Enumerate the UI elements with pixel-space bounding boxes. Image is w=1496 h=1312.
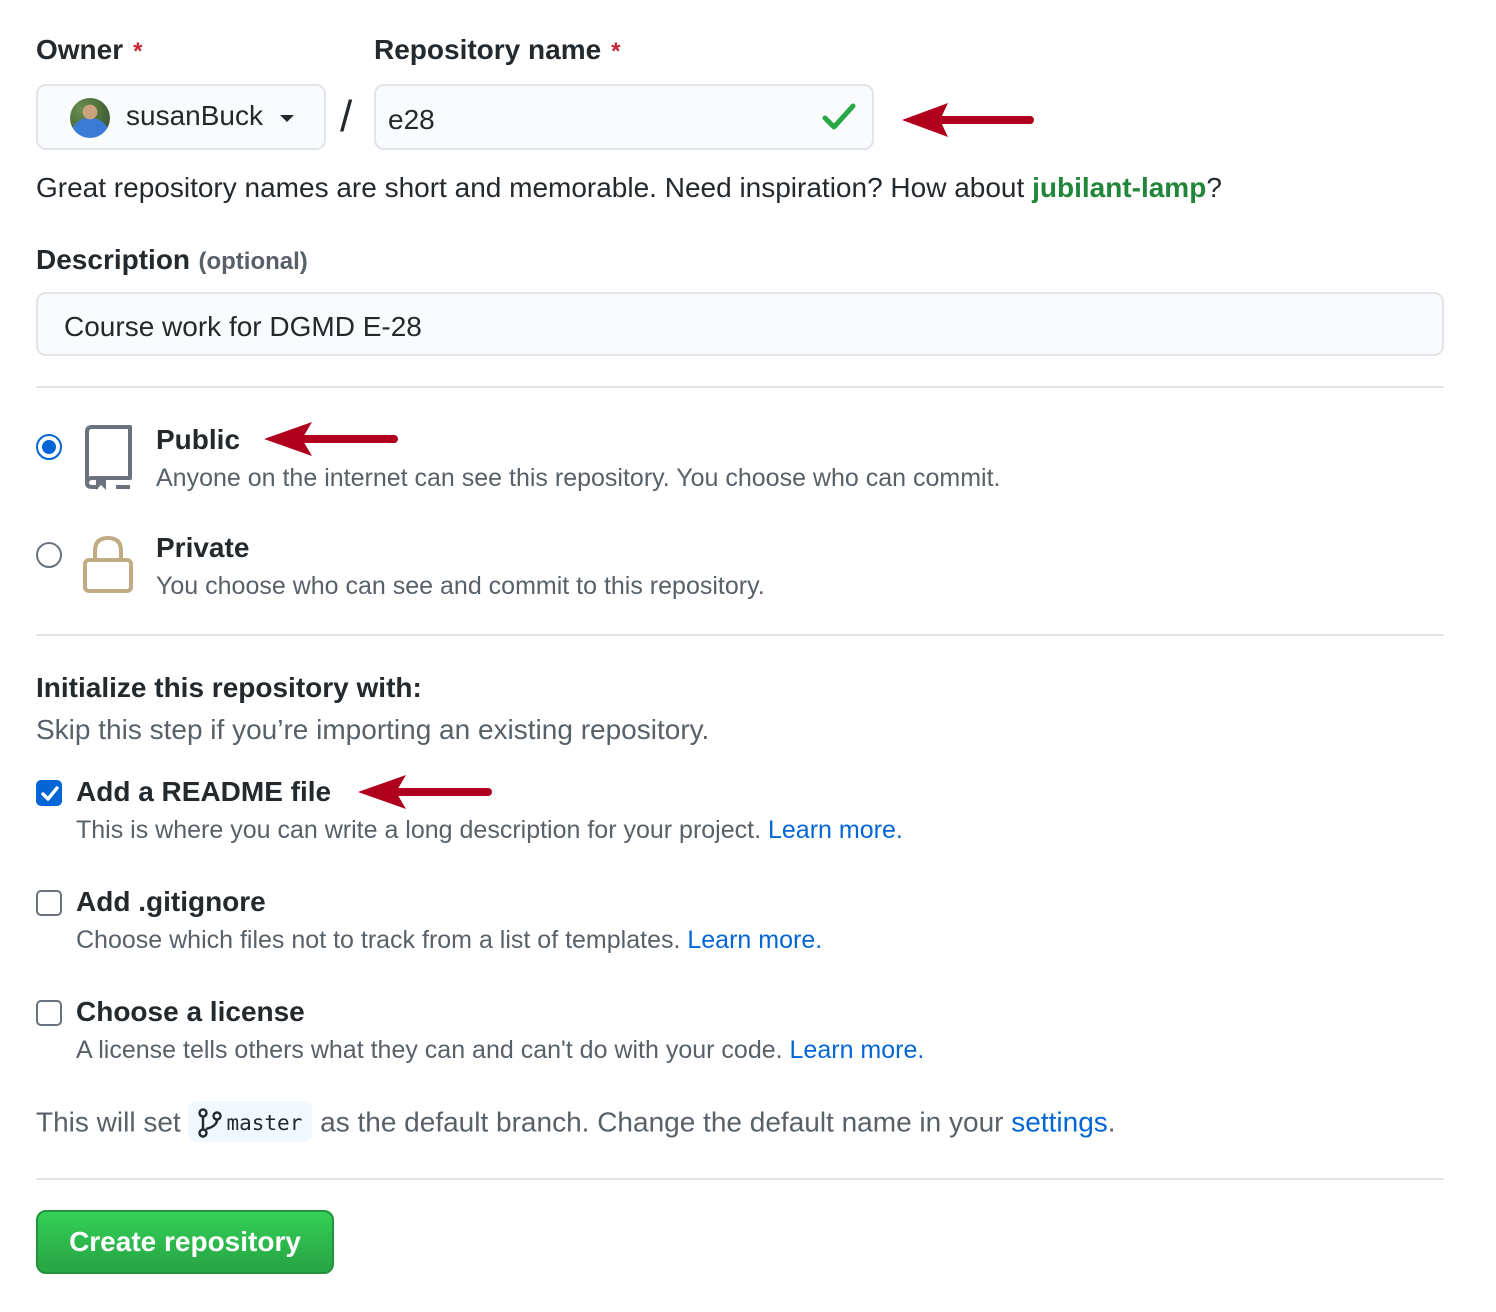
avatar (70, 98, 110, 138)
description-input[interactable]: Course work for DGMD E-28 (36, 292, 1444, 356)
optional-tag: (optional) (198, 248, 308, 275)
repo-name-hint: Great repository names are short and mem… (36, 172, 1222, 203)
annotation-arrow (358, 775, 492, 809)
required-asterisk: * (133, 38, 143, 65)
section-divider (36, 634, 1444, 636)
annotation-arrow (902, 103, 1034, 137)
annotation-arrow (264, 422, 398, 456)
private-desc: You choose who can see and commit to thi… (156, 572, 765, 600)
section-divider (36, 386, 1444, 388)
gitignore-checkbox[interactable] (36, 890, 62, 916)
caret-down-icon (280, 115, 294, 122)
repo-icon (85, 425, 132, 490)
gitignore-learn-more-link[interactable]: Learn more. (687, 926, 822, 954)
license-learn-more-link[interactable]: Learn more. (790, 1036, 925, 1064)
name-suggestion-link[interactable]: jubilant-lamp (1032, 172, 1206, 203)
init-heading: Initialize this repository with: (36, 672, 422, 703)
owner-label: Owner * (36, 34, 143, 65)
private-radio[interactable] (36, 542, 62, 568)
lock-icon (83, 535, 133, 593)
repo-name-input[interactable]: e28 (374, 84, 874, 150)
public-desc: Anyone on the internet can see this repo… (156, 464, 1001, 492)
gitignore-desc: Choose which files not to track from a l… (76, 926, 823, 954)
branch-badge: master (188, 1101, 313, 1142)
git-branch-icon (198, 1107, 223, 1138)
path-separator: / (340, 92, 353, 141)
public-title: Public (156, 424, 241, 455)
checkmark-icon (41, 786, 59, 801)
license-desc: A license tells others what they can and… (76, 1036, 925, 1064)
public-radio[interactable] (36, 434, 62, 460)
repo-name-value: e28 (388, 104, 435, 135)
description-value: Course work for DGMD E-28 (64, 311, 422, 342)
private-title: Private (156, 532, 250, 563)
section-divider (36, 1178, 1444, 1180)
check-icon (822, 103, 856, 130)
repo-name-label: Repository name * (374, 34, 621, 65)
readme-learn-more-link[interactable]: Learn more. (768, 816, 903, 844)
create-repository-button[interactable]: Create repository (36, 1210, 334, 1274)
owner-dropdown[interactable]: susanBuck (36, 84, 326, 150)
default-branch-note: This will set master as the default bran… (36, 1101, 1116, 1145)
readme-title: Add a README file (76, 776, 332, 807)
gitignore-title: Add .gitignore (76, 886, 266, 917)
required-asterisk: * (611, 38, 621, 65)
license-checkbox[interactable] (36, 1000, 62, 1026)
owner-name: susanBuck (126, 100, 263, 131)
license-title: Choose a license (76, 996, 305, 1027)
branch-name: master (226, 1111, 303, 1135)
description-label: Description (optional) (36, 244, 308, 275)
init-subheading: Skip this step if you’re importing an ex… (36, 714, 710, 745)
settings-link[interactable]: settings (1011, 1107, 1108, 1138)
readme-desc: This is where you can write a long descr… (76, 816, 903, 844)
readme-checkbox[interactable] (36, 780, 62, 806)
